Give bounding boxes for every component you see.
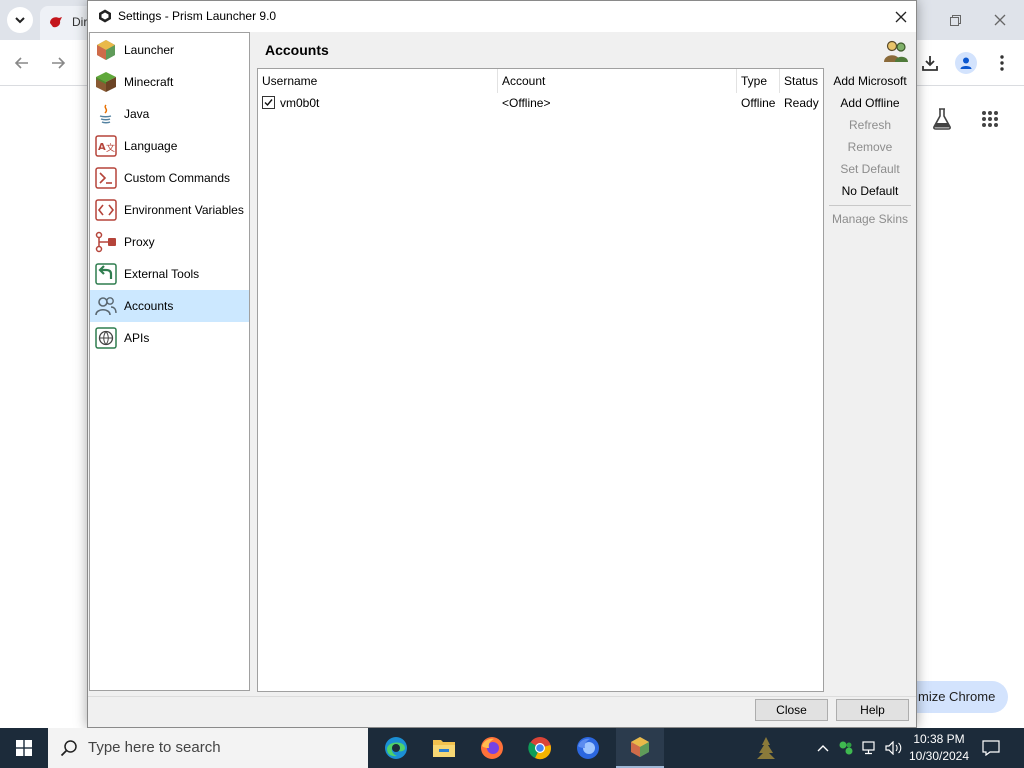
- account-checkbox[interactable]: [262, 96, 275, 109]
- profile-avatar-icon[interactable]: [952, 49, 980, 77]
- notifications-icon[interactable]: [980, 728, 1002, 768]
- edge-icon[interactable]: [372, 728, 420, 768]
- launcher-icon: [94, 38, 118, 62]
- cell-status: Ready: [784, 96, 819, 110]
- accounts-header-icon: [883, 38, 909, 64]
- cell-account: <Offline>: [502, 96, 551, 110]
- add-offline-button[interactable]: Add Offline: [825, 92, 915, 114]
- manage-skins-button[interactable]: Manage Skins: [825, 208, 915, 230]
- window-close-icon[interactable]: [985, 8, 1015, 32]
- labs-flask-icon[interactable]: [928, 105, 956, 133]
- tab-title: Dir: [72, 15, 88, 29]
- prism-launcher-icon[interactable]: [616, 728, 664, 768]
- windows-taskbar: Type here to search 10:38 PM 10/30/2024: [0, 728, 1024, 768]
- settings-sidebar: Launcher Minecraft Java A文 Language Cust…: [89, 32, 250, 691]
- clock-time: 10:38 PM: [913, 732, 965, 746]
- settings-dialog: Settings - Prism Launcher 9.0 Launcher M…: [87, 0, 917, 728]
- sidebar-item-label: Minecraft: [124, 75, 174, 89]
- search-icon: [60, 739, 78, 757]
- accounts-icon: [94, 294, 118, 318]
- sidebar-item-label: External Tools: [124, 267, 200, 281]
- sidebar-item-language[interactable]: A文 Language: [90, 130, 249, 162]
- chrome-icon[interactable]: [516, 728, 564, 768]
- prism-app-icon: [98, 9, 112, 23]
- firefox-dev-icon[interactable]: [564, 728, 612, 768]
- tray-chevron-up-icon[interactable]: [814, 728, 832, 768]
- clock-date: 10/30/2024: [908, 749, 970, 763]
- dialog-title: Settings - Prism Launcher 9.0: [118, 9, 277, 23]
- dialog-close-icon[interactable]: [886, 1, 916, 32]
- table-header: Username Account Type Status: [258, 69, 823, 93]
- page-title: Accounts: [265, 42, 329, 58]
- minecraft-grass-block-icon: [94, 70, 118, 94]
- sidebar-item-label: APIs: [124, 331, 150, 345]
- back-arrow-icon[interactable]: [10, 51, 34, 75]
- cell-username: vm0b0t: [280, 96, 320, 110]
- start-windows-icon[interactable]: [0, 728, 48, 768]
- tray-app-icon[interactable]: [836, 728, 856, 768]
- java-icon: [94, 102, 118, 126]
- taskbar-search-input[interactable]: Type here to search: [48, 728, 368, 768]
- help-button[interactable]: Help: [836, 699, 909, 721]
- cell-type: Offline: [741, 96, 776, 110]
- sidebar-item-label: Java: [124, 107, 150, 121]
- forward-arrow-icon[interactable]: [46, 51, 70, 75]
- terminal-icon: [94, 166, 118, 190]
- taskbar-clock[interactable]: 10:38 PM 10/30/2024: [905, 731, 973, 765]
- api-globe-icon: [94, 326, 118, 350]
- svg-text:A: A: [98, 142, 106, 153]
- tab-favicon-icon: [48, 14, 64, 30]
- download-icon[interactable]: [916, 49, 944, 77]
- sidebar-item-minecraft[interactable]: Minecraft: [90, 66, 249, 98]
- refresh-button[interactable]: Refresh: [825, 114, 915, 136]
- column-header-username[interactable]: Username: [258, 69, 498, 93]
- set-default-button[interactable]: Set Default: [825, 158, 915, 180]
- footer-divider: [88, 696, 916, 697]
- proxy-icon: [94, 230, 118, 254]
- dialog-titlebar: Settings - Prism Launcher 9.0: [88, 1, 916, 32]
- language-icon: A文: [94, 134, 118, 158]
- add-microsoft-button[interactable]: Add Microsoft: [825, 70, 915, 92]
- search-placeholder: Type here to search: [88, 739, 221, 756]
- column-header-status[interactable]: Status: [780, 69, 823, 93]
- sidebar-item-apis[interactable]: APIs: [90, 322, 249, 354]
- sidebar-item-custom-commands[interactable]: Custom Commands: [90, 162, 249, 194]
- sidebar-item-label: Proxy: [124, 235, 155, 249]
- svg-text:文: 文: [106, 142, 115, 154]
- sidebar-item-accounts[interactable]: Accounts: [90, 290, 249, 322]
- volume-icon[interactable]: [883, 728, 905, 768]
- sidebar-item-environment-variables[interactable]: Environment Variables: [90, 194, 249, 226]
- sidebar-item-proxy[interactable]: Proxy: [90, 226, 249, 258]
- sidebar-item-label: Launcher: [124, 43, 175, 57]
- apps-grid-icon[interactable]: [976, 105, 1004, 133]
- external-tools-icon: [94, 262, 118, 286]
- code-brackets-icon: [94, 198, 118, 222]
- remove-button[interactable]: Remove: [825, 136, 915, 158]
- sidebar-item-label: Accounts: [124, 299, 174, 313]
- sidebar-item-label: Custom Commands: [124, 171, 231, 185]
- close-button[interactable]: Close: [755, 699, 828, 721]
- restore-icon[interactable]: [940, 8, 970, 32]
- firefox-icon[interactable]: [468, 728, 516, 768]
- sidebar-item-label: Language: [124, 139, 178, 153]
- table-row[interactable]: vm0b0t <Offline> Offline Ready: [258, 93, 823, 113]
- network-icon[interactable]: [860, 728, 882, 768]
- accounts-table: Username Account Type Status vm0b0t <Off…: [257, 68, 824, 692]
- sidebar-item-java[interactable]: Java: [90, 98, 249, 130]
- more-menu-icon[interactable]: [988, 49, 1016, 77]
- no-default-button[interactable]: No Default: [825, 180, 915, 202]
- column-header-account[interactable]: Account: [498, 69, 737, 93]
- pinned-app-icon[interactable]: [742, 728, 790, 768]
- sidebar-item-label: Environment Variables: [124, 203, 244, 217]
- file-explorer-icon[interactable]: [420, 728, 468, 768]
- tab-search-chevron-icon[interactable]: [7, 7, 33, 33]
- column-header-type[interactable]: Type: [737, 69, 780, 93]
- sidebar-item-external-tools[interactable]: External Tools: [90, 258, 249, 290]
- sidebar-item-launcher[interactable]: Launcher: [90, 34, 249, 66]
- actions-divider: [829, 205, 911, 206]
